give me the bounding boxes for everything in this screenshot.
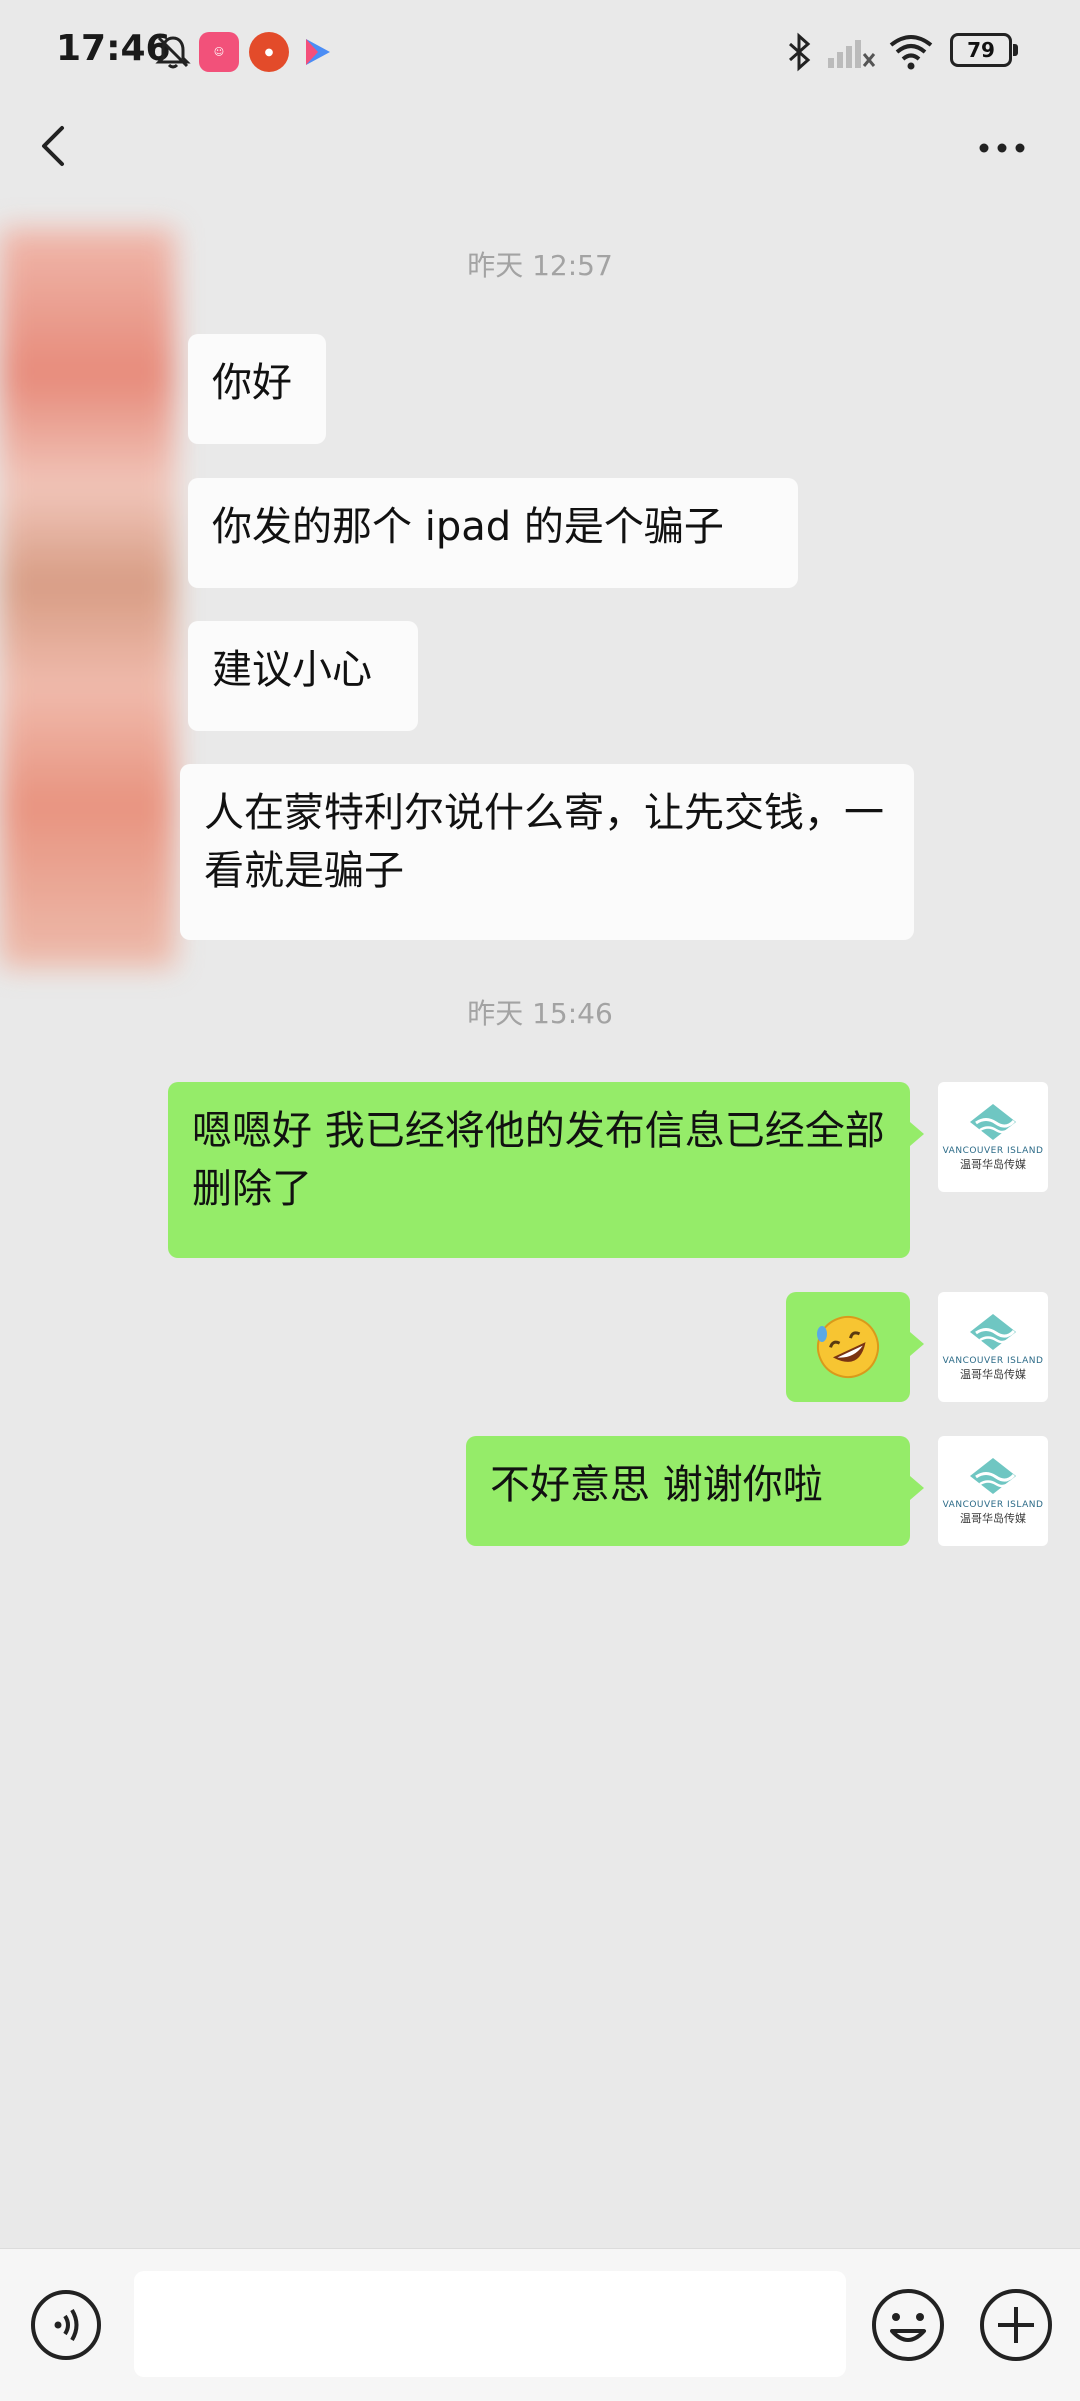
incoming-message[interactable]: 人在蒙特利尔说什么寄，让先交钱，一看就是骗子 — [180, 764, 914, 940]
voice-icon — [31, 2290, 101, 2360]
my-avatar[interactable]: VANCOUVER ISLAND 温哥华岛传媒 — [938, 1436, 1048, 1546]
plus-icon — [980, 2289, 1052, 2361]
back-button[interactable] — [28, 116, 88, 176]
my-avatar[interactable]: VANCOUVER ISLAND 温哥华岛传媒 — [938, 1292, 1048, 1402]
vancouver-island-logo — [970, 1458, 1016, 1494]
vancouver-island-logo — [970, 1104, 1016, 1140]
voice-button[interactable] — [28, 2287, 104, 2363]
more-functions-button[interactable] — [976, 2285, 1056, 2365]
message-input[interactable] — [134, 2271, 846, 2377]
rolling-laughing-emoji — [817, 1316, 879, 1378]
message-timestamp: 昨天 12:57 — [467, 249, 613, 282]
contact-avatar-blurred[interactable] — [0, 228, 175, 968]
chevron-left-icon — [42, 126, 64, 166]
wifi-icon — [888, 30, 934, 74]
input-bar — [0, 2248, 1080, 2401]
app-icon-3 — [300, 30, 334, 74]
emoji-button[interactable] — [868, 2285, 948, 2365]
incoming-message[interactable]: 你发的那个 ipad 的是个骗子 — [188, 478, 798, 588]
outgoing-emoji-message[interactable] — [786, 1292, 924, 1402]
ellipsis-icon — [979, 143, 1025, 153]
app-icon-2: ● — [249, 30, 289, 74]
app-icon-1: ☺ — [199, 30, 239, 74]
incoming-message[interactable]: 建议小心 — [188, 621, 418, 731]
outgoing-message[interactable]: 不好意思 谢谢你啦 — [466, 1436, 924, 1546]
signal-icon — [826, 30, 876, 74]
battery-icon: 79 — [950, 33, 1018, 67]
smiley-icon — [872, 2289, 944, 2361]
outgoing-message[interactable]: 嗯嗯好 我已经将他的发布信息已经全部删除了 — [168, 1082, 924, 1258]
bluetooth-icon — [784, 30, 814, 74]
message-timestamp: 昨天 15:46 — [467, 997, 613, 1030]
mute-icon — [154, 30, 192, 74]
status-bar: 17:46 ☺ ● 79 — [0, 0, 1080, 104]
vancouver-island-logo — [970, 1314, 1016, 1350]
my-avatar[interactable]: VANCOUVER ISLAND 温哥华岛传媒 — [938, 1082, 1048, 1192]
chat-header — [0, 104, 1080, 184]
incoming-message[interactable]: 你好 — [188, 334, 326, 444]
more-options-button[interactable] — [966, 128, 1038, 168]
